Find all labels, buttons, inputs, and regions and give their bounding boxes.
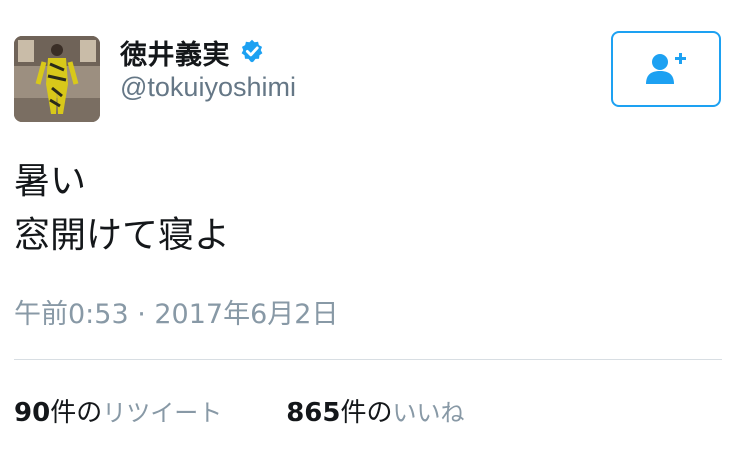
add-user-icon bbox=[646, 53, 686, 84]
divider bbox=[14, 359, 722, 360]
avatar[interactable] bbox=[14, 36, 100, 122]
retweet-count-link[interactable]: 90 件の リツイート bbox=[14, 392, 222, 429]
tweet-text: 暑い 窓開けて寝よ bbox=[14, 155, 230, 263]
tweet-timestamp[interactable]: 午前0:53 · 2017年6月2日 bbox=[14, 292, 338, 331]
like-count-suffix: 件の bbox=[340, 398, 393, 428]
display-name[interactable]: 徳井義実 bbox=[120, 33, 230, 72]
like-count: 865 bbox=[286, 398, 341, 428]
user-handle[interactable]: @tokuiyoshimi bbox=[120, 72, 296, 103]
name-row: 徳井義実 bbox=[120, 32, 266, 72]
tweet-stats: 90 件の リツイート 865 件の いいね bbox=[14, 392, 465, 429]
retweet-count: 90 bbox=[14, 398, 51, 428]
follow-button[interactable] bbox=[611, 31, 721, 107]
retweet-count-suffix: 件の bbox=[50, 398, 103, 428]
user-avatar-photo bbox=[14, 36, 100, 122]
tweet-line: 窓開けて寝よ bbox=[14, 215, 231, 256]
like-count-link[interactable]: 865 件の いいね bbox=[286, 392, 464, 429]
retweet-label: リツイート bbox=[102, 399, 223, 427]
verified-badge-icon bbox=[238, 38, 266, 66]
like-label: いいね bbox=[392, 399, 465, 427]
tweet-line: 暑い bbox=[14, 161, 87, 202]
